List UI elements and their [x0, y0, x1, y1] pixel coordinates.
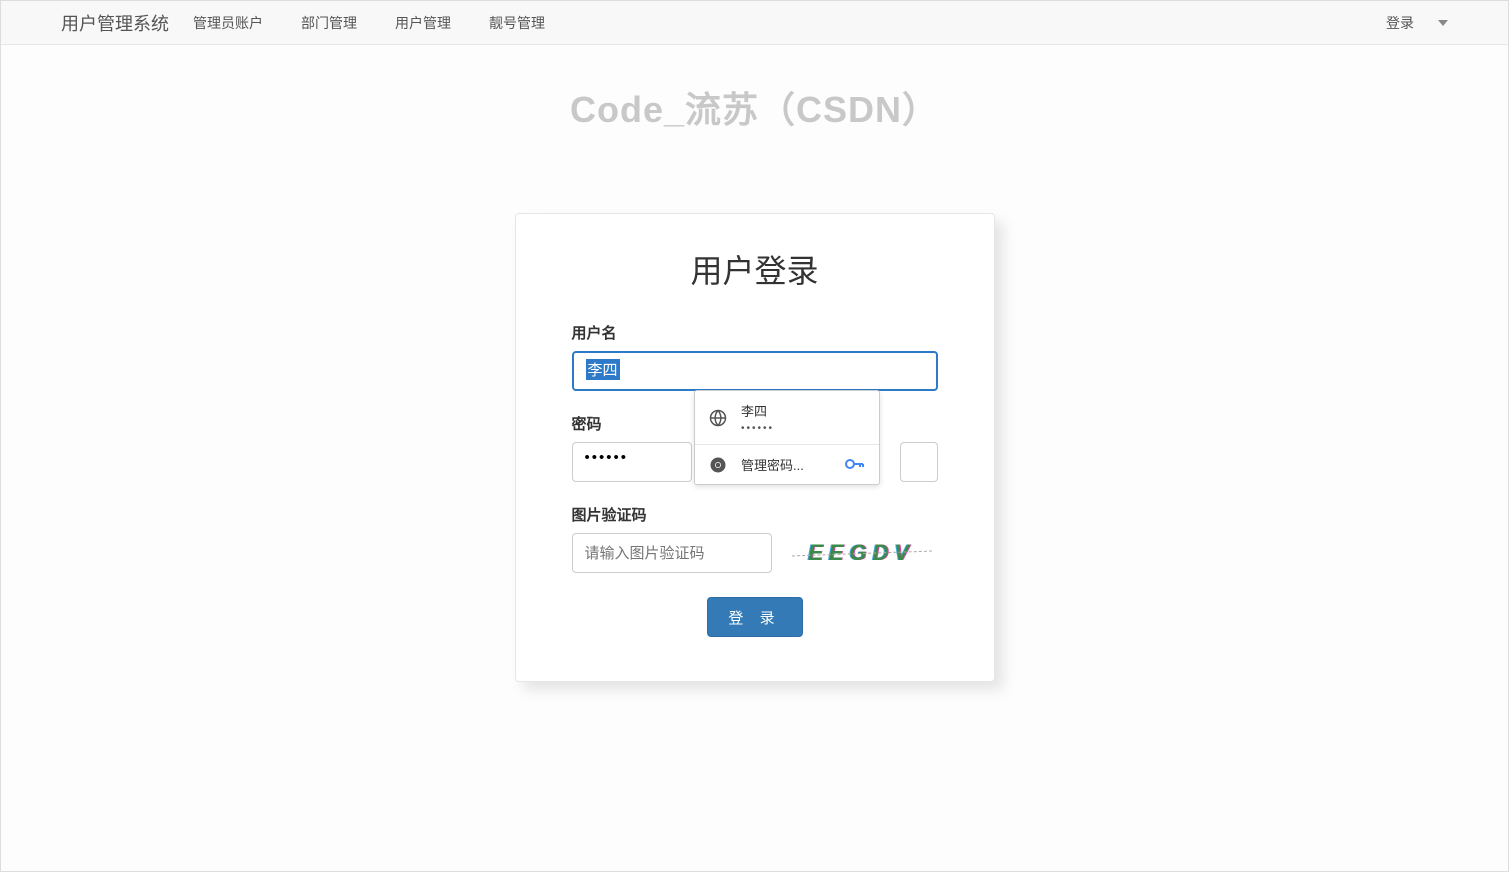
key-icon: [845, 457, 865, 473]
caret-down-icon: [1438, 20, 1448, 26]
form-group-username: 用户名 李四: [572, 322, 938, 391]
login-button[interactable]: 登 录: [707, 597, 803, 637]
captcha-image[interactable]: EEGDV: [792, 533, 932, 573]
nav-link-dept[interactable]: 部门管理: [301, 13, 357, 33]
chrome-icon: [709, 456, 727, 474]
nav-link-number[interactable]: 靓号管理: [489, 13, 545, 33]
login-title: 用户登录: [572, 246, 938, 292]
navbar-brand[interactable]: 用户管理系统: [61, 10, 169, 36]
nav-link-user[interactable]: 用户管理: [395, 13, 451, 33]
nav-login-dropdown[interactable]: 登录: [1386, 13, 1448, 33]
autofill-manage-label: 管理密码...: [741, 455, 831, 474]
username-input[interactable]: 李四: [572, 351, 938, 391]
form-group-captcha: 图片验证码 EEGDV: [572, 504, 938, 573]
globe-icon: [709, 409, 727, 427]
autofill-manage-passwords[interactable]: 管理密码...: [695, 445, 879, 484]
captcha-label: 图片验证码: [572, 504, 938, 525]
password-input[interactable]: ••••••: [572, 442, 692, 482]
captcha-input[interactable]: [572, 533, 772, 573]
password-trailing-box[interactable]: [900, 442, 938, 482]
autofill-pass-dots: ••••••: [741, 423, 774, 434]
autofill-user: 李四: [741, 401, 774, 420]
nav-link-admin[interactable]: 管理员账户: [193, 13, 263, 33]
watermark-text: Code_流苏（CSDN）: [1, 81, 1508, 133]
username-input-value: 李四: [586, 359, 620, 380]
nav-login-label: 登录: [1386, 13, 1414, 33]
autofill-popup: 李四 •••••• 管理密码...: [694, 390, 880, 485]
navbar: 用户管理系统 管理员账户 部门管理 用户管理 靓号管理 登录: [1, 1, 1508, 45]
username-label: 用户名: [572, 322, 938, 343]
autofill-suggestion[interactable]: 李四 ••••••: [695, 391, 879, 444]
